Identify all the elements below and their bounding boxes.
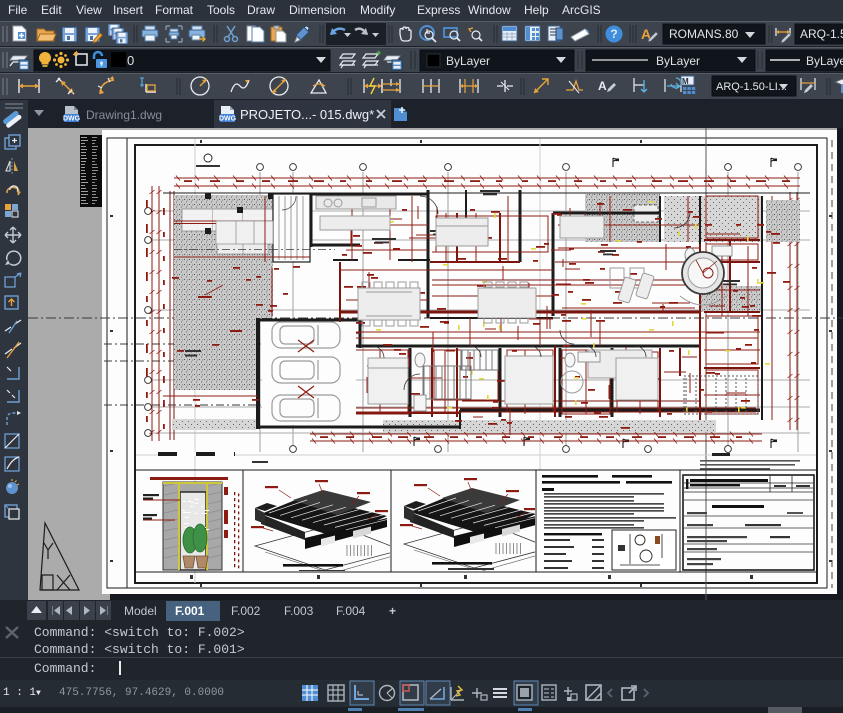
svg-text:F.004: F.004 xyxy=(336,604,366,618)
svg-text:F.002: F.002 xyxy=(231,604,261,618)
svg-text:DWG: DWG xyxy=(219,116,237,123)
svg-text:A: A xyxy=(598,79,607,93)
svg-text:M: M xyxy=(682,77,689,86)
svg-text:ByLaye: ByLaye xyxy=(806,54,843,68)
svg-text:0: 0 xyxy=(127,53,134,68)
svg-text:?: ? xyxy=(610,27,617,41)
svg-text:F.003: F.003 xyxy=(284,604,314,618)
svg-text:ROMANS.80: ROMANS.80 xyxy=(669,27,739,41)
svg-text:DWG: DWG xyxy=(63,116,81,123)
svg-text:+: + xyxy=(389,604,396,618)
svg-text:Drawing1.dwg: Drawing1.dwg xyxy=(86,108,162,122)
svg-text:ARQ-1.50-LI...: ARQ-1.50-LI... xyxy=(716,81,787,93)
svg-text:ByLayer: ByLayer xyxy=(656,54,700,68)
svg-text:ByLayer: ByLayer xyxy=(446,54,490,68)
svg-text:Model: Model xyxy=(124,604,157,618)
svg-text:ARQ-1.5: ARQ-1.5 xyxy=(800,27,843,41)
svg-text:PROJETO...- 015.dwg*: PROJETO...- 015.dwg* xyxy=(240,107,374,122)
svg-text:F.001: F.001 xyxy=(175,604,205,618)
